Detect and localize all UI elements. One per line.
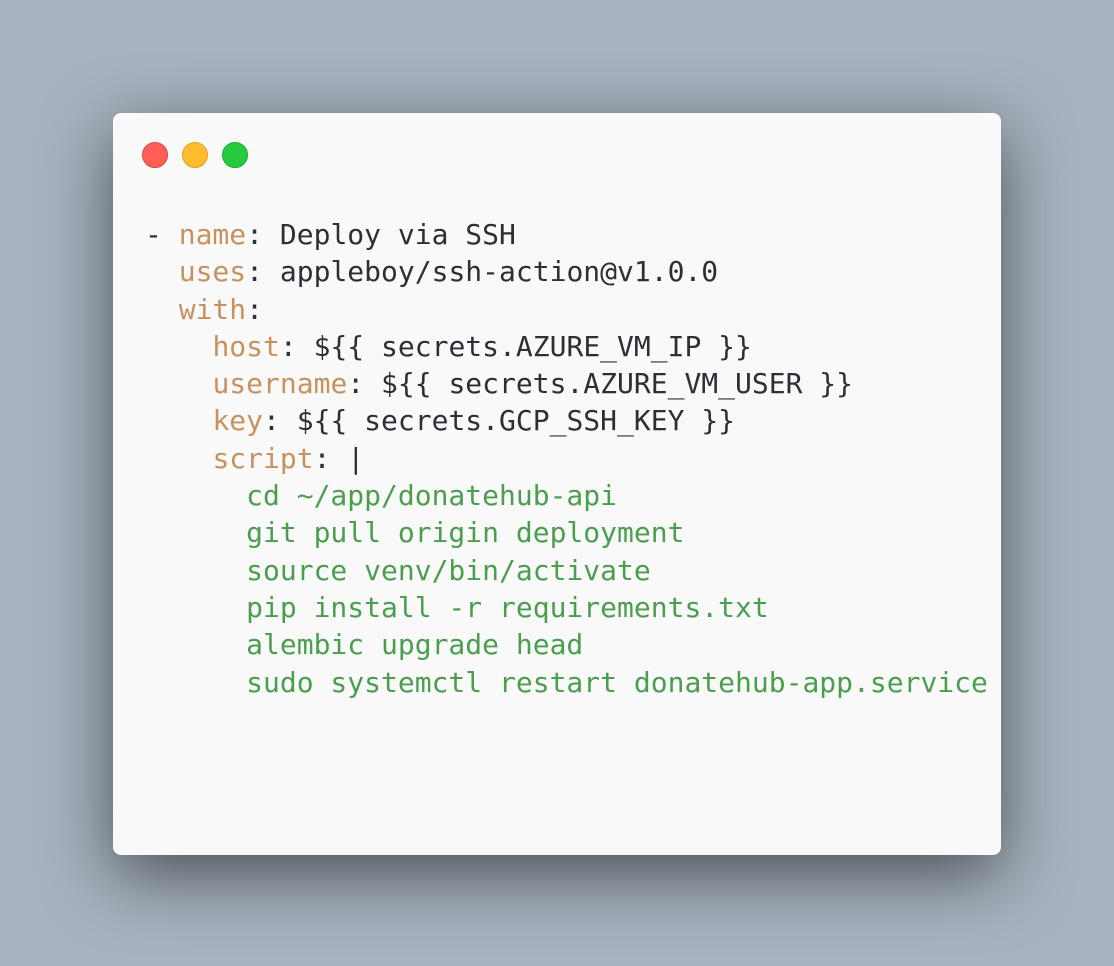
code-window: - name: Deploy via SSH uses: appleboy/ss… (113, 113, 1001, 855)
yaml-key: name (178, 218, 247, 251)
list-dash: - (145, 218, 179, 251)
script-line: source venv/bin/activate (145, 553, 651, 587)
code-line-with: with: (145, 291, 988, 328)
yaml-key: with (178, 292, 247, 326)
code-line-host: host: ${{ secrets.AZURE_VM_IP }} (145, 328, 988, 365)
script-line: alembic upgrade head (145, 628, 584, 662)
code-block: - name: Deploy via SSH uses: appleboy/ss… (145, 216, 988, 701)
yaml-separator: : (347, 367, 382, 401)
yaml-key: key (212, 404, 264, 438)
yaml-value: ${{ secrets.GCP_SSH_KEY }} (296, 404, 736, 438)
yaml-value: | (347, 441, 365, 475)
yaml-key: uses (178, 255, 247, 289)
code-line-key: key: ${{ secrets.GCP_SSH_KEY }} (145, 402, 988, 439)
script-line: git pull origin deployment (145, 516, 685, 550)
yaml-separator: : (246, 292, 264, 326)
yaml-separator: : (263, 404, 297, 438)
yaml-value: ${{ secrets.AZURE_VM_USER }} (381, 367, 854, 401)
minimize-button[interactable] (182, 142, 208, 168)
yaml-separator: : (313, 441, 348, 475)
maximize-button[interactable] (222, 142, 248, 168)
code-line-name: - name: Deploy via SSH (145, 216, 988, 253)
code-line-script: script: | (145, 440, 988, 477)
yaml-value: ${{ secrets.AZURE_VM_IP }} (313, 329, 752, 363)
code-line-uses: uses: appleboy/ssh-action@v1.0.0 (145, 253, 988, 290)
yaml-key: script (212, 441, 314, 475)
window-controls (142, 142, 248, 168)
yaml-value: appleboy/ssh-action@v1.0.0 (279, 255, 719, 289)
yaml-key: host (212, 329, 280, 363)
yaml-key: username (212, 367, 348, 401)
yaml-separator: : (279, 329, 314, 363)
close-button[interactable] (142, 142, 168, 168)
yaml-value: Deploy via SSH (279, 218, 516, 251)
script-line: pip install -r requirements.txt (145, 590, 769, 624)
script-line: cd ~/app/donatehub-api (145, 479, 618, 513)
yaml-separator: : (246, 218, 280, 251)
yaml-separator: : (246, 255, 280, 289)
code-line-username: username: ${{ secrets.AZURE_VM_USER }} (145, 365, 988, 402)
script-line: sudo systemctl restart donatehub-app.ser… (145, 665, 988, 699)
